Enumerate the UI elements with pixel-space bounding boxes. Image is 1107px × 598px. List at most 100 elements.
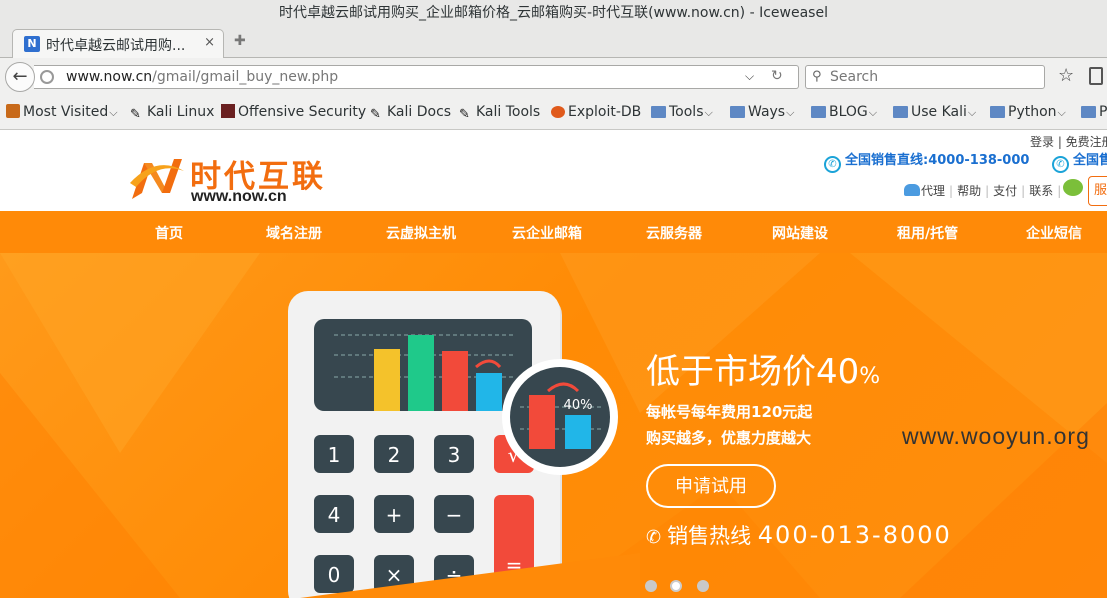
bookmark-most-visited[interactable]: Most Visited⌵ [6,104,118,120]
tab-strip: N 时代卓越云邮试用购... × ✚ [0,27,1107,58]
link-contact[interactable]: 联系 [1029,184,1053,198]
bookmark-folder-use-kali[interactable]: Use Kali⌵ [893,104,976,120]
exploit-db-icon [551,106,565,118]
kali-dragon-icon: ✎ [370,107,381,122]
watermark: www.wooyun.org [902,423,1090,449]
bookmark-folder-python[interactable]: Python⌵ [990,104,1066,120]
apply-trial-button[interactable]: 申请试用 [646,464,776,508]
url-text[interactable]: www.now.cn/gmail/gmail_buy_new.php [66,69,338,85]
url-path: /gmail/gmail_buy_new.php [152,69,339,85]
agent-icon [904,184,920,196]
nav-cloud-server[interactable]: 云服务器 [646,223,702,243]
nav-enterprise-mail[interactable]: 云企业邮箱 [512,223,582,243]
chevron-down-icon: ⌵ [786,106,795,119]
bookmark-exploit-db[interactable]: Exploit-DB [551,104,641,120]
site-header: 时代互联 www.now.cn 登录 | 免费注册 ✆ 全国销售直线:4000-1… [0,131,1107,211]
search-placeholder: Search [830,69,879,85]
url-bar[interactable]: www.now.cn/gmail/gmail_buy_new.php ⌵ ↻ [34,65,799,89]
tab-close-icon[interactable]: × [204,35,215,50]
back-arrow-icon: ← [12,66,28,87]
nav-sms[interactable]: 企业短信 [1026,223,1082,243]
nav-web-building[interactable]: 网站建设 [772,223,828,243]
slide-dot-2[interactable] [670,580,682,592]
chevron-down-icon: ⌵ [1057,106,1066,119]
bookmark-label: Kali Tools [476,104,541,120]
bookmark-label: Offensive Security [238,104,367,120]
most-visited-icon [6,104,20,118]
link-agent[interactable]: 代理 [921,184,945,198]
bookmark-folder-blog[interactable]: BLOG⌵ [811,104,877,120]
window-title: 时代卓越云邮试用购买_企业邮箱价格_云邮箱购买-时代互联(www.now.cn)… [0,0,1107,27]
bookmark-folder-p[interactable]: P [1081,104,1107,120]
search-icon: ⚲ [812,69,822,84]
reload-icon[interactable]: ↻ [771,68,783,84]
new-tab-icon[interactable]: ✚ [234,33,246,49]
back-button[interactable]: ← [5,62,35,92]
login-register-links[interactable]: 登录 | 免费注册 [1030,133,1107,150]
folder-icon [811,106,826,118]
bookmark-label: BLOG [829,104,868,120]
link-help[interactable]: 帮助 [957,184,981,198]
url-dropdown-icon[interactable]: ⌵ [745,69,754,84]
bookmark-label: Kali Docs [387,104,452,120]
bookmark-label: Most Visited [23,104,109,120]
banner-hotline-label: 销售热线 [667,524,752,548]
sales-hotline-text: 全国销售直线:4000-138-000 [845,153,1030,168]
banner-hotline-number: 400-013-8000 [757,521,952,549]
sales-hotline: ✆ 全国销售直线:4000-138-000 [824,149,1029,173]
kali-dragon-icon: ✎ [130,107,141,122]
folder-icon [990,106,1005,118]
bookmark-label: Use Kali [911,104,967,120]
link-payment[interactable]: 支付 [993,184,1017,198]
bookmark-kali-linux[interactable]: ✎ Kali Linux [130,104,214,122]
banner-headline-text: 低于市场价40 [646,352,860,392]
main-nav: 首页 域名注册 云虚拟主机 云企业邮箱 云服务器 网站建设 租用/托管 企业短信 [0,211,1107,253]
banner-hotline: ✆ 销售热线 400-013-8000 [646,520,952,550]
library-icon[interactable] [1089,67,1103,85]
nav-home[interactable]: 首页 [155,223,183,243]
now-logo-icon[interactable] [128,153,186,203]
bookmark-label: Python [1008,104,1057,120]
folder-icon [730,106,745,118]
banner-price-line: 每帐号每年费用120元起 [646,403,813,421]
kali-dragon-icon: ✎ [459,107,470,122]
wechat-icon[interactable] [1063,179,1083,196]
bookmark-folder-ways[interactable]: Ways⌵ [730,104,794,120]
search-input[interactable]: ⚲ Search [805,65,1045,89]
globe-icon [40,70,54,84]
bookmarks-toolbar: Most Visited⌵ ✎ Kali Linux Offensive Secu… [0,97,1107,130]
banner-discount-line: 购买越多，优惠力度越大 [646,429,812,447]
bookmark-folder-tools[interactable]: Tools⌵ [651,104,713,120]
tab-active[interactable]: N 时代卓越云邮试用购... × [12,29,224,58]
chevron-down-icon: ⌵ [704,106,713,119]
nav-domain[interactable]: 域名注册 [266,223,322,243]
bookmark-label: Tools [669,104,704,120]
phone-icon: ✆ [1052,156,1069,173]
separator: | [985,184,990,198]
bookmark-kali-docs[interactable]: ✎ Kali Docs [370,104,451,122]
phone-icon: ✆ [646,527,662,548]
phone-icon: ✆ [824,156,841,173]
separator: | [1057,184,1062,198]
service-button[interactable]: 服 [1088,176,1107,206]
bookmark-offensive-security[interactable]: Offensive Security [221,104,366,120]
nav-hosting[interactable]: 租用/托管 [897,223,958,243]
banner-headline-percent: % [859,364,881,389]
folder-icon [1081,106,1096,118]
slide-dot-3[interactable] [697,580,709,592]
chevron-down-icon: ⌵ [967,106,977,119]
slide-dot-1[interactable] [645,580,657,592]
bookmark-label: Kali Linux [147,104,215,120]
banner-headline: 低于市场价40% [646,344,880,393]
bookmark-kali-tools[interactable]: ✎ Kali Tools [459,104,540,122]
bookmark-star-icon[interactable]: ☆ [1058,65,1074,86]
separator: | [1021,184,1026,198]
nav-virtual-host[interactable]: 云虚拟主机 [386,223,456,243]
bookmark-label: P [1099,104,1107,120]
sales-hotline-2: ✆ 全国售 [1052,149,1107,173]
folder-icon [651,106,666,118]
tab-title: 时代卓越云邮试用购... [46,38,186,54]
site-favicon-icon: N [24,36,40,52]
chevron-down-icon: ⌵ [109,106,118,119]
logo-domain[interactable]: www.now.cn [191,188,287,206]
